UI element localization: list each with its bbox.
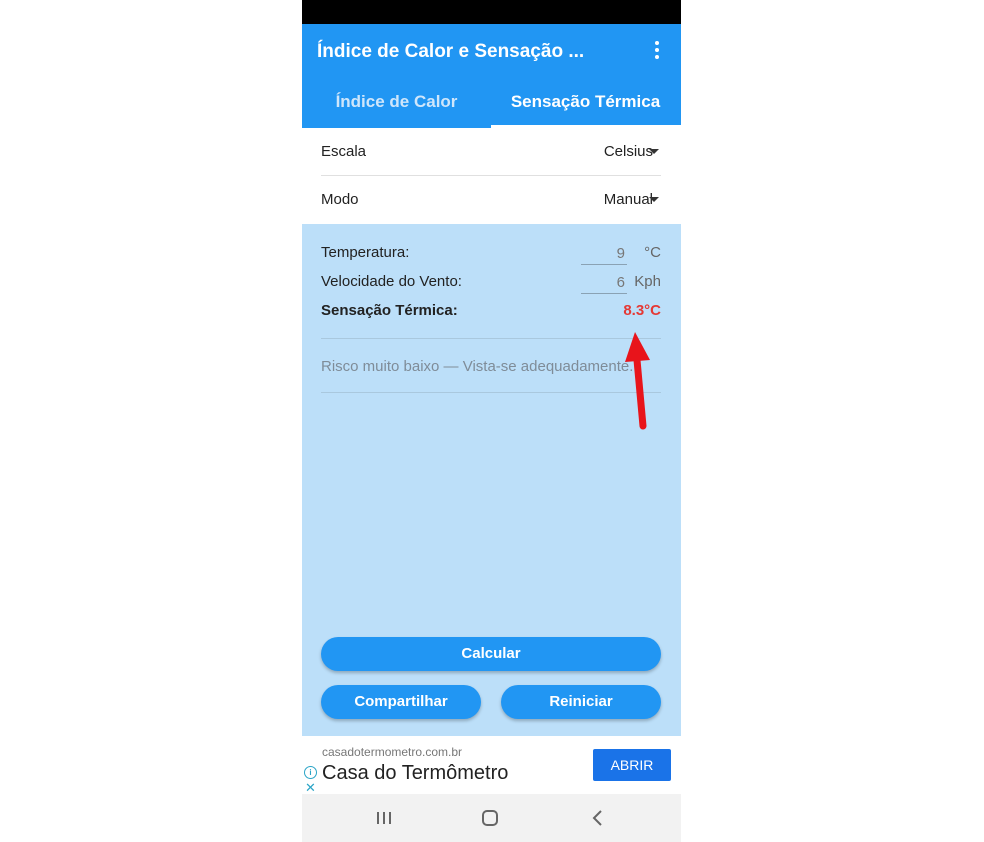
temperature-label: Temperatura:: [321, 244, 410, 261]
reset-button[interactable]: Reiniciar: [501, 685, 661, 719]
mode-value: Manual: [603, 191, 653, 208]
tab-indice-de-calor[interactable]: Índice de Calor: [302, 80, 491, 128]
ad-open-button[interactable]: ABRIR: [593, 749, 671, 781]
more-vert-icon[interactable]: [647, 41, 667, 63]
caret-down-icon: [649, 197, 659, 202]
ad-domain: casadotermometro.com.br: [322, 745, 463, 759]
app-bar: Índice de Calor e Sensação ... Índice de…: [302, 24, 681, 128]
ad-banner[interactable]: casadotermometro.com.br Casa do Termômet…: [302, 736, 681, 795]
calculator-content: Temperatura: °C Velocidade do Vento: Kph…: [302, 224, 681, 736]
app-title: Índice de Calor e Sensação ...: [317, 41, 585, 62]
wind-row: Velocidade do Vento: Kph: [321, 271, 661, 297]
caret-down-icon: [649, 149, 659, 154]
back-icon[interactable]: [577, 804, 617, 832]
recent-apps-icon[interactable]: [364, 804, 404, 832]
divider: [321, 338, 661, 339]
settings-panel: Escala Celsius Modo Manual: [302, 128, 681, 224]
temperature-input[interactable]: [581, 242, 627, 265]
wind-label: Velocidade do Vento:: [321, 273, 462, 290]
mode-label: Modo: [321, 191, 359, 208]
divider: [321, 392, 661, 393]
ad-title: Casa do Termômetro: [322, 762, 509, 784]
mode-row: Modo Manual: [321, 176, 661, 223]
result-row: Sensação Térmica: 8.3°C: [321, 302, 661, 326]
result-value: 8.3°C: [623, 302, 661, 319]
phone-screen: Índice de Calor e Sensação ... Índice de…: [302, 0, 681, 842]
wind-input[interactable]: [581, 271, 627, 294]
calculate-button[interactable]: Calcular: [321, 637, 661, 671]
share-button[interactable]: Compartilhar: [321, 685, 481, 719]
tab-sensacao-termica[interactable]: Sensação Térmica: [491, 80, 680, 128]
scale-label: Escala: [321, 143, 367, 160]
temperature-row: Temperatura: °C: [321, 242, 661, 268]
info-icon[interactable]: i: [304, 766, 317, 779]
scale-row: Escala Celsius: [321, 128, 661, 176]
risk-message: Risco muito baixo — Vista-se adequadamen…: [321, 358, 634, 375]
system-nav-bar: [302, 794, 681, 842]
wind-unit: Kph: [634, 273, 661, 290]
home-icon[interactable]: [470, 804, 510, 832]
result-label: Sensação Térmica:: [321, 302, 458, 319]
status-bar: [302, 0, 681, 24]
scale-dropdown[interactable]: Celsius: [603, 128, 659, 175]
scale-value: Celsius: [603, 143, 653, 160]
temperature-unit: °C: [644, 244, 661, 261]
mode-dropdown[interactable]: Manual: [603, 176, 659, 223]
